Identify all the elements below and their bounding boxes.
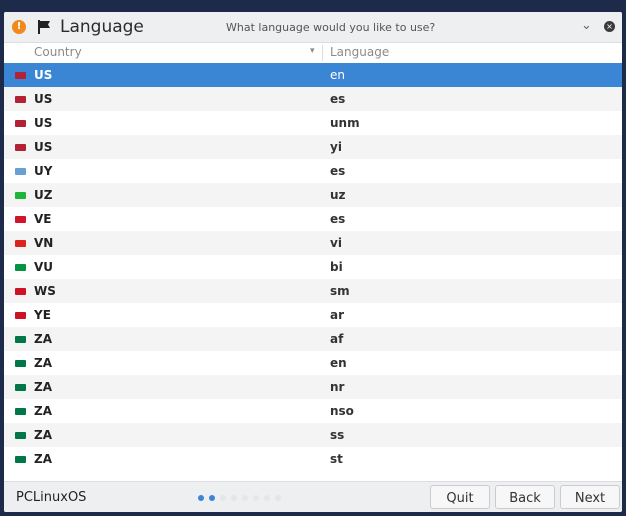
language-cell: af <box>330 332 344 346</box>
table-header: Country ▾ Language <box>4 43 622 64</box>
language-cell: en <box>330 356 347 370</box>
country-cell: ZA <box>34 428 52 442</box>
country-flag-icon <box>15 96 26 103</box>
country-flag-icon <box>15 384 26 391</box>
language-cell: sm <box>330 284 350 298</box>
table-row[interactable]: ZA nso <box>4 399 622 423</box>
app-logo-icon: ! <box>12 20 26 34</box>
table-row[interactable]: WS sm <box>4 279 622 303</box>
table-row[interactable]: VU bi <box>4 255 622 279</box>
language-cell: es <box>330 164 346 178</box>
language-cell: yi <box>330 140 342 154</box>
table-row[interactable]: US yi <box>4 135 622 159</box>
country-flag-icon <box>15 336 26 343</box>
country-cell: ZA <box>34 452 52 466</box>
page-title: Language <box>60 17 144 37</box>
country-flag-icon <box>15 432 26 439</box>
country-flag-icon <box>15 144 26 151</box>
country-cell: VU <box>34 260 54 274</box>
country-flag-icon <box>15 264 26 271</box>
close-icon[interactable]: × <box>604 21 615 32</box>
country-cell: VN <box>34 236 54 250</box>
table-row[interactable]: ZA af <box>4 327 622 351</box>
country-cell: YE <box>34 308 51 322</box>
footer-bar: PCLinuxOS Quit Back Next <box>4 481 622 512</box>
step-dot <box>198 495 204 501</box>
table-row[interactable]: US unm <box>4 111 622 135</box>
step-dot <box>253 495 259 501</box>
country-cell: ZA <box>34 356 52 370</box>
country-cell: ZA <box>34 332 52 346</box>
chevron-down-icon[interactable]: ⌄ <box>581 18 592 33</box>
title-bar: ! Language What language would you like … <box>4 12 622 43</box>
language-cell: bi <box>330 260 343 274</box>
language-dialog: ! Language What language would you like … <box>4 12 622 512</box>
step-dot <box>209 495 215 501</box>
language-cell: st <box>330 452 343 466</box>
quit-button[interactable]: Quit <box>430 485 490 509</box>
table-row[interactable]: VE es <box>4 207 622 231</box>
country-cell: ZA <box>34 404 52 418</box>
table-row[interactable]: ZA nr <box>4 375 622 399</box>
country-flag-icon <box>15 312 26 319</box>
step-dot <box>264 495 270 501</box>
sort-arrow-icon: ▾ <box>310 46 315 56</box>
country-flag-icon <box>15 120 26 127</box>
table-row[interactable]: US en <box>4 63 622 87</box>
column-header-language[interactable]: Language <box>330 45 389 59</box>
language-cell: nso <box>330 404 354 418</box>
country-cell: WS <box>34 284 56 298</box>
country-cell: UY <box>34 164 53 178</box>
country-cell: US <box>34 140 53 154</box>
language-cell: unm <box>330 116 360 130</box>
country-cell: US <box>34 116 53 130</box>
country-cell: US <box>34 92 53 106</box>
table-row[interactable]: ZA st <box>4 447 622 471</box>
step-dot <box>220 495 226 501</box>
country-cell: UZ <box>34 188 53 202</box>
column-header-country[interactable]: Country <box>34 45 82 59</box>
country-flag-icon <box>15 456 26 463</box>
country-flag-icon <box>15 240 26 247</box>
back-button[interactable]: Back <box>495 485 555 509</box>
table-row[interactable]: UZ uz <box>4 183 622 207</box>
table-row[interactable]: VN vi <box>4 231 622 255</box>
table-row[interactable]: YE ar <box>4 303 622 327</box>
table-row[interactable]: UY es <box>4 159 622 183</box>
country-flag-icon <box>15 360 26 367</box>
next-button[interactable]: Next <box>560 485 620 509</box>
table-row[interactable]: ZA ss <box>4 423 622 447</box>
country-flag-icon <box>15 288 26 295</box>
language-cell: nr <box>330 380 345 394</box>
language-cell: vi <box>330 236 342 250</box>
column-divider <box>322 45 323 61</box>
country-cell: ZA <box>34 380 52 394</box>
language-cell: uz <box>330 188 346 202</box>
step-dot <box>242 495 248 501</box>
language-prompt: What language would you like to use? <box>226 21 436 34</box>
country-flag-icon <box>15 408 26 415</box>
flag-icon <box>38 20 50 34</box>
country-cell: US <box>34 68 53 82</box>
language-cell: ss <box>330 428 345 442</box>
country-flag-icon <box>15 168 26 175</box>
language-cell: ar <box>330 308 345 322</box>
brand-label: PCLinuxOS <box>16 490 87 505</box>
language-cell: en <box>330 68 345 82</box>
step-indicator <box>198 495 281 501</box>
table-row[interactable]: ZA en <box>4 351 622 375</box>
language-cell: es <box>330 92 346 106</box>
country-flag-icon <box>15 192 26 199</box>
language-list[interactable]: US en US es US unm US yi UY es UZ uz VE es VN vi VU bi WS s… <box>4 63 622 471</box>
table-row[interactable]: US es <box>4 87 622 111</box>
country-flag-icon <box>15 72 26 79</box>
country-flag-icon <box>15 216 26 223</box>
language-cell: es <box>330 212 346 226</box>
country-cell: VE <box>34 212 52 226</box>
step-dot <box>231 495 237 501</box>
step-dot <box>275 495 281 501</box>
